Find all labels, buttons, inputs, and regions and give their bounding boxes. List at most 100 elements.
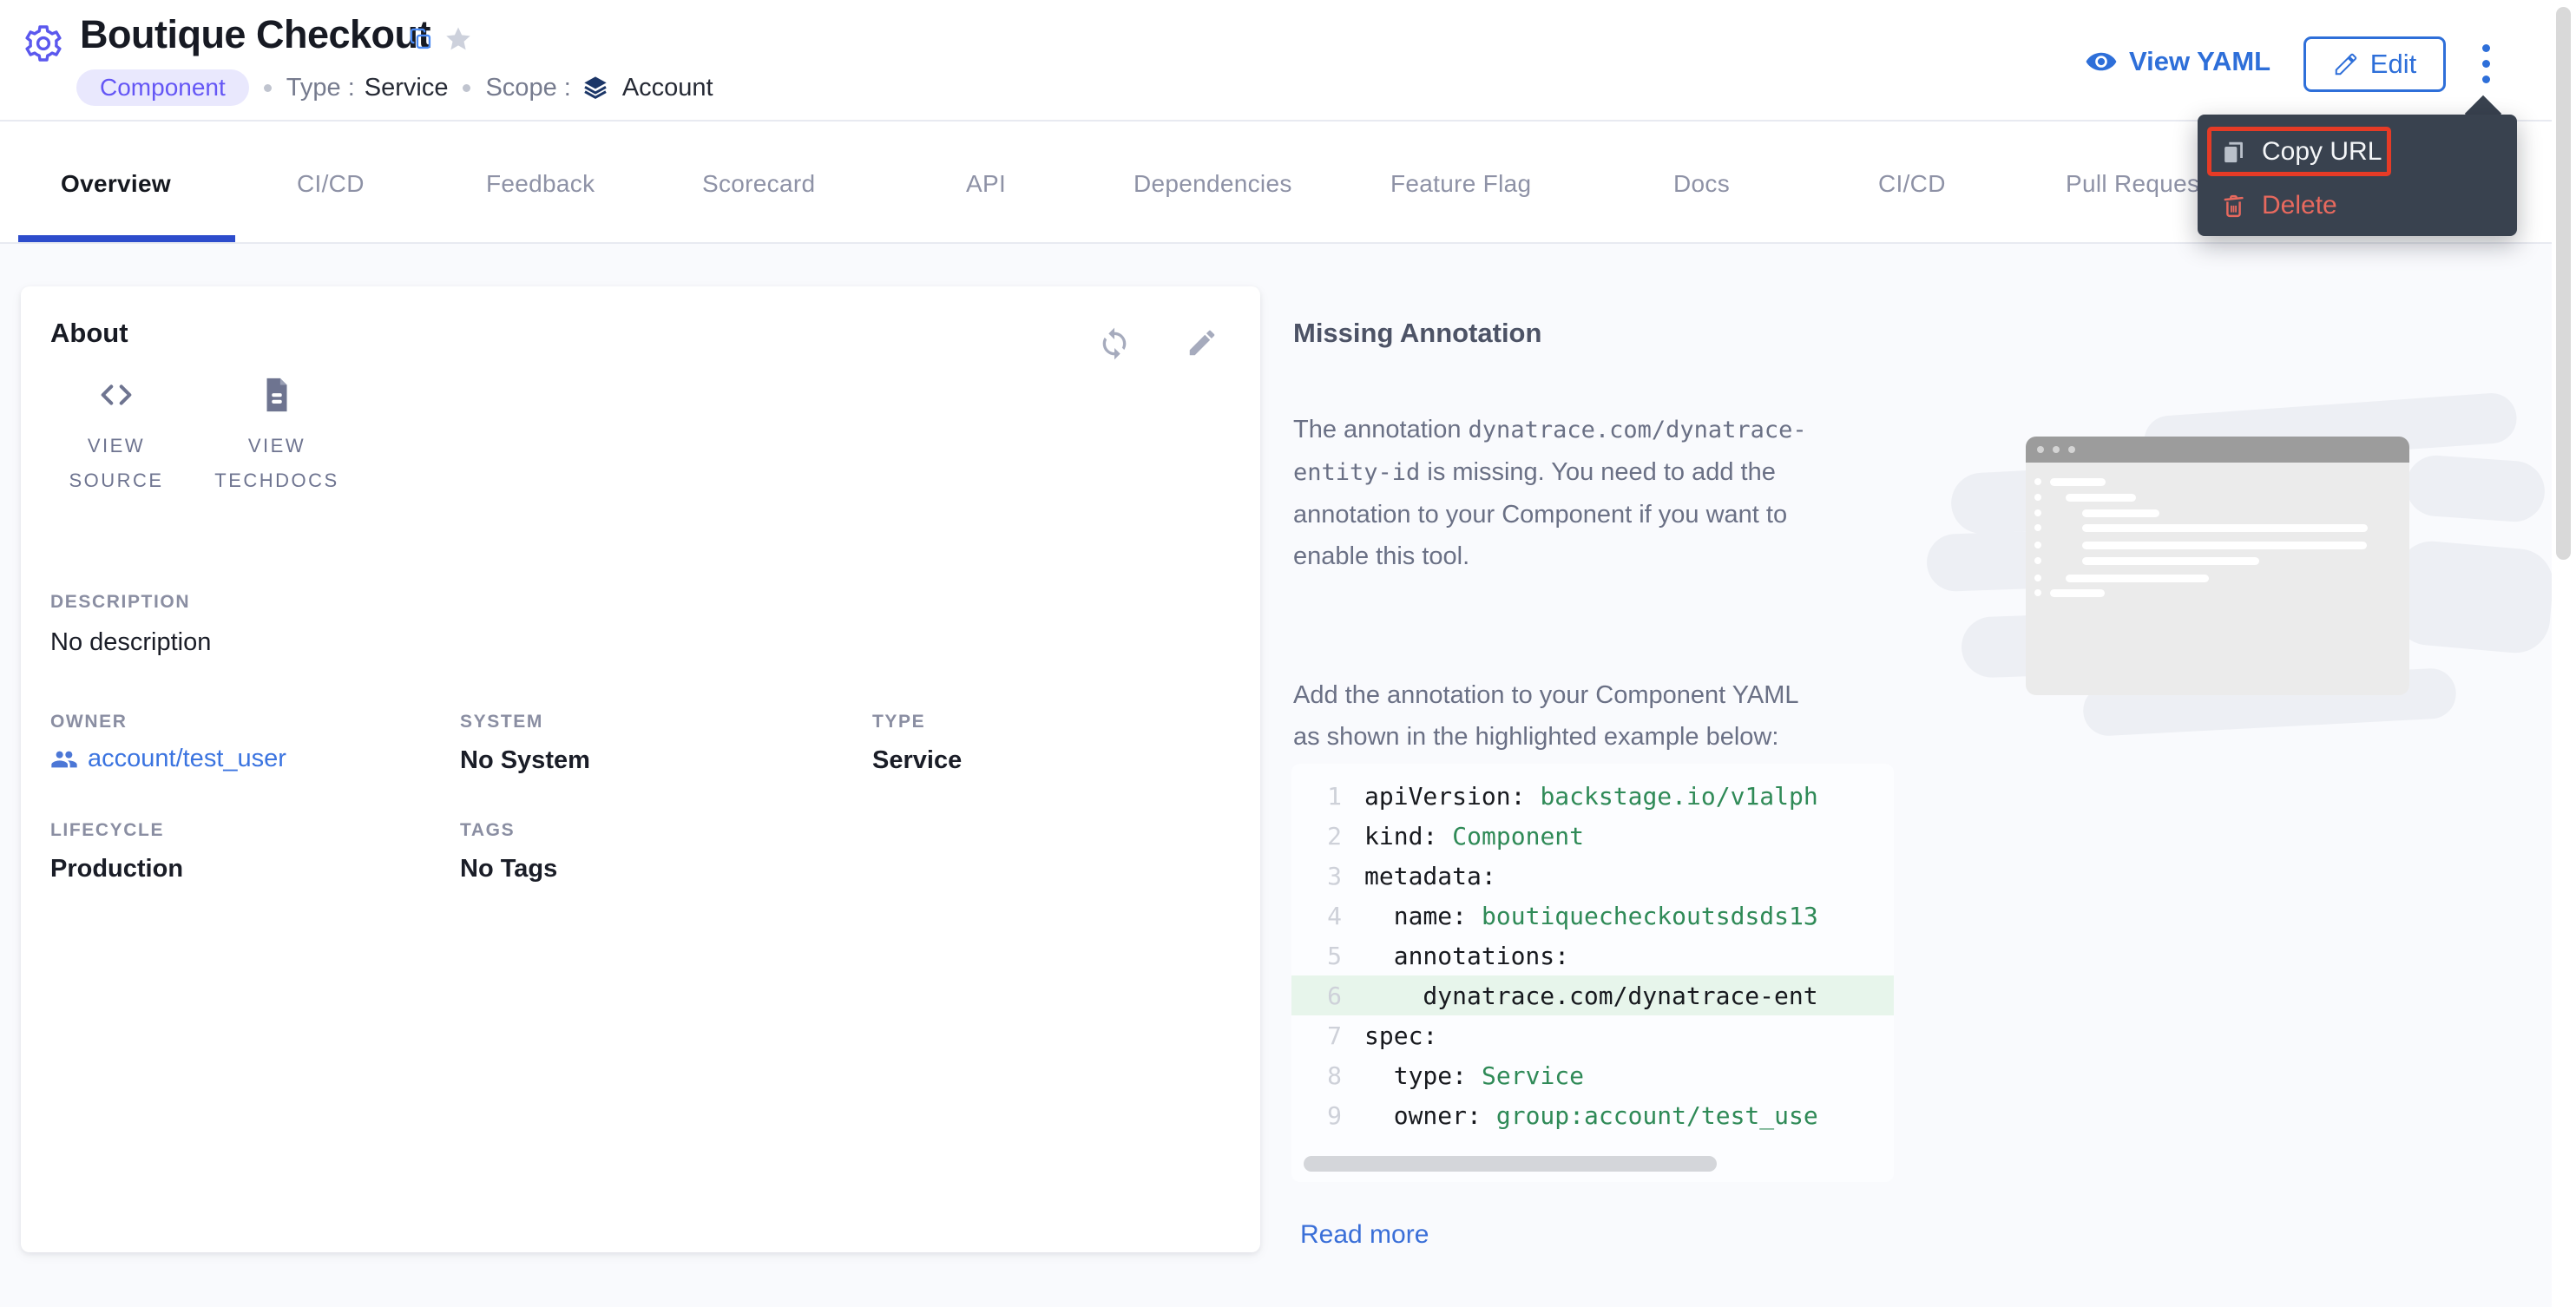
code-line-highlighted: 6 dynatrace.com/dynatrace-ent <box>1291 975 1894 1015</box>
entity-meta-row: Component Type : Service Scope : Account <box>76 69 713 106</box>
tags-value: No Tags <box>460 855 557 883</box>
pencil-icon <box>2333 51 2359 77</box>
owner-link[interactable]: account/test_user <box>50 745 286 773</box>
code-line: 7spec: <box>1291 1015 1894 1055</box>
mock-code-line <box>2082 557 2259 565</box>
system-label: SYSTEM <box>460 712 543 732</box>
tab-docs[interactable]: Docs <box>1673 170 1730 198</box>
vertical-scrollbar-thumb[interactable] <box>2556 7 2571 560</box>
code-line: 5 annotations: <box>1291 936 1894 975</box>
mock-code-line <box>2050 589 2105 597</box>
type-label: Type : <box>286 74 355 102</box>
about-card: About VIEW SOURCE VIEW TECHDOCS DESCRIPT… <box>21 286 1260 1252</box>
active-tab-indicator <box>18 235 235 242</box>
system-value: No System <box>460 746 590 775</box>
code-line: 8 type:Service <box>1291 1055 1894 1095</box>
window-dot-icon <box>2068 446 2075 453</box>
annotation-instruction: Add the annotation to your Component YAM… <box>1293 674 1831 758</box>
mock-line-bullet <box>2034 542 2041 548</box>
window-dot-icon <box>2037 446 2044 453</box>
mock-line-bullet <box>2034 478 2041 485</box>
window-dot-icon <box>2053 446 2060 453</box>
code-line: 3metadata: <box>1291 856 1894 896</box>
view-yaml-label: View YAML <box>2129 46 2270 77</box>
annotation-paragraph: The annotation dynatrace.com/dynatrace-e… <box>1293 409 1856 577</box>
copy-icon <box>2220 139 2247 166</box>
type-field-value: Service <box>872 746 962 775</box>
mock-code-line <box>2066 494 2136 502</box>
view-techdocs-label: VIEW TECHDOCS <box>203 429 351 498</box>
tab-ci-cd[interactable]: CI/CD <box>297 170 365 198</box>
scope-label: Scope : <box>485 74 570 102</box>
tab-bar: Overview CI/CD Feedback Scorecard API De… <box>0 122 2552 244</box>
type-field-label: TYPE <box>872 712 925 732</box>
tab-dependencies[interactable]: Dependencies <box>1134 170 1292 198</box>
document-icon <box>257 375 297 415</box>
mock-editor-window <box>2026 437 2409 695</box>
mock-line-bullet <box>2034 589 2041 596</box>
mock-code-line <box>2066 575 2209 582</box>
entity-page: Boutique Checkout Component Type : Servi… <box>0 0 2576 1307</box>
owner-value: account/test_user <box>88 745 286 773</box>
tab-feedback[interactable]: Feedback <box>486 170 595 198</box>
view-source-link[interactable]: VIEW SOURCE <box>43 375 190 498</box>
page-header: Boutique Checkout Component Type : Servi… <box>0 0 2552 122</box>
trash-icon <box>2220 193 2247 220</box>
lifecycle-label: LIFECYCLE <box>50 820 164 841</box>
background-blob <box>2391 538 2552 655</box>
code-brackets-icon <box>96 375 136 415</box>
eye-icon <box>2085 45 2118 78</box>
kind-badge: Component <box>76 69 249 106</box>
more-options-button[interactable] <box>2467 38 2505 89</box>
page-title: Boutique Checkout <box>80 12 430 57</box>
mock-line-bullet <box>2034 509 2041 516</box>
mock-line-bullet <box>2034 494 2041 501</box>
mock-line-bullet <box>2034 575 2041 581</box>
copy-url-label: Copy URL <box>2262 137 2382 167</box>
dot-separator <box>264 84 272 92</box>
mock-titlebar <box>2026 437 2409 463</box>
layers-icon <box>582 74 609 102</box>
menu-item-copy-url[interactable]: Copy URL <box>2198 127 2517 177</box>
description-label: DESCRIPTION <box>50 592 190 613</box>
menu-item-delete[interactable]: Delete <box>2198 181 2517 231</box>
yaml-code-lines: 1apiVersion:backstage.io/v1alph 2kind:Co… <box>1291 764 1894 1135</box>
favorite-star-icon[interactable] <box>444 24 473 54</box>
scope-value: Account <box>622 74 713 102</box>
code-editor-illustration <box>1927 391 2552 738</box>
horizontal-scrollbar-thumb[interactable] <box>1304 1156 1717 1172</box>
people-icon <box>50 745 78 773</box>
mock-code-line <box>2050 478 2106 486</box>
edit-button[interactable]: Edit <box>2303 36 2446 92</box>
tab-scorecard[interactable]: Scorecard <box>702 170 815 198</box>
owner-label: OWNER <box>50 712 128 732</box>
tab-feature-flag[interactable]: Feature Flag <box>1390 170 1531 198</box>
delete-label: Delete <box>2262 191 2337 220</box>
yaml-code-block: 1apiVersion:backstage.io/v1alph 2kind:Co… <box>1291 764 1894 1182</box>
read-more-link[interactable]: Read more <box>1300 1220 1429 1250</box>
annotation-text-prefix: The annotation <box>1293 416 1461 443</box>
component-kind-cog-icon <box>23 23 64 64</box>
view-yaml-button[interactable]: View YAML <box>2085 45 2270 78</box>
edit-about-pencil-icon[interactable] <box>1186 326 1220 361</box>
lifecycle-value: Production <box>50 855 183 883</box>
type-value: Service <box>365 74 449 102</box>
refresh-icon[interactable] <box>1097 326 1132 361</box>
missing-annotation-title: Missing Annotation <box>1293 318 1541 349</box>
about-card-title: About <box>50 318 128 349</box>
view-source-label: VIEW SOURCE <box>43 429 190 498</box>
code-line: 2kind:Component <box>1291 816 1894 856</box>
view-techdocs-link[interactable]: VIEW TECHDOCS <box>203 375 351 498</box>
code-line: 9 owner:group:account/test_use <box>1291 1095 1894 1135</box>
background-blob <box>2404 454 2546 524</box>
mock-code-line <box>2082 524 2368 532</box>
tab-ci-cd-2[interactable]: CI/CD <box>1878 170 1946 198</box>
code-line: 4 name:boutiquecheckoutsdsds13 <box>1291 896 1894 936</box>
mock-code-line <box>2082 542 2367 549</box>
dot-separator <box>463 84 470 92</box>
copy-entity-name-icon[interactable] <box>409 27 433 51</box>
tab-pull-requests[interactable]: Pull Requests <box>2066 170 2219 198</box>
tab-overview[interactable]: Overview <box>61 170 171 198</box>
mock-code-line <box>2082 509 2159 517</box>
tab-api[interactable]: API <box>966 170 1006 198</box>
